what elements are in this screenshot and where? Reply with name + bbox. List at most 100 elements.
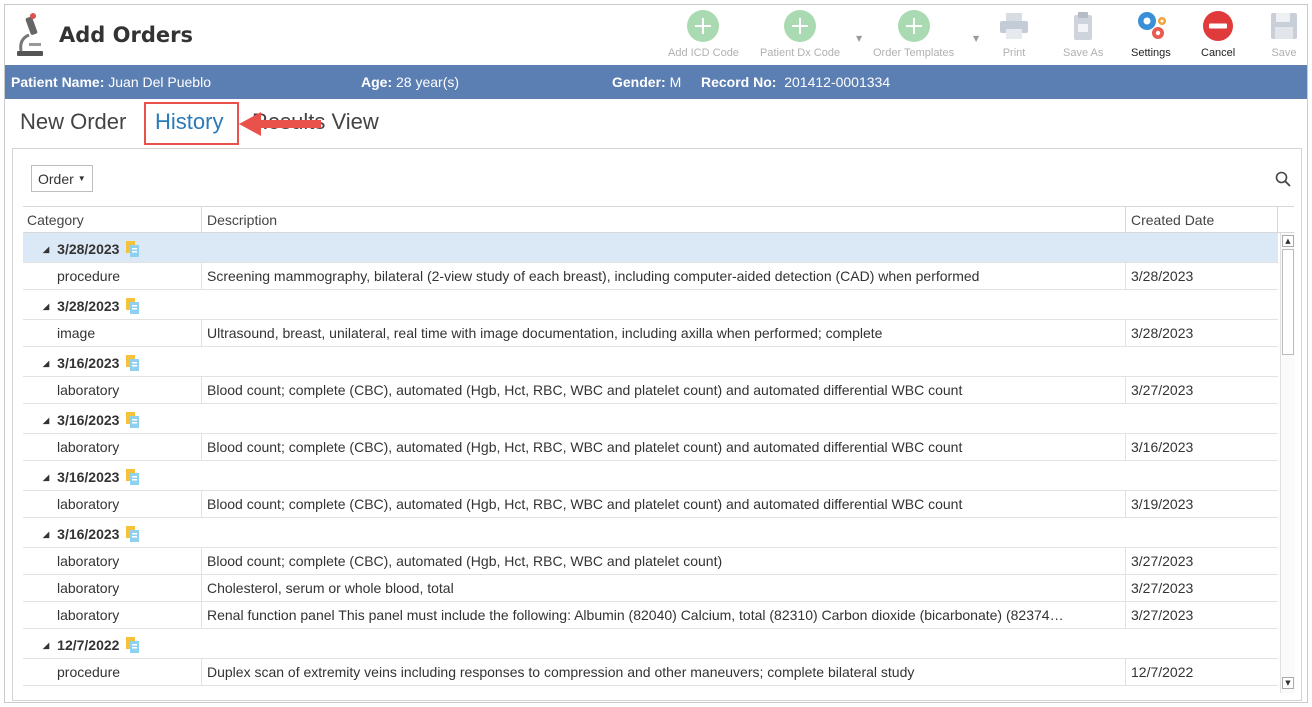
documents-icon[interactable] <box>125 636 141 654</box>
group-date: 3/16/2023 <box>57 526 120 542</box>
table-row[interactable]: procedure Screening mammography, bilatera… <box>23 263 1278 290</box>
cell-category: laboratory <box>57 496 120 512</box>
search-icon[interactable] <box>1275 171 1291 187</box>
table-row[interactable]: laboratory Blood count; complete (CBC), a… <box>23 434 1278 461</box>
collapse-triangle-icon[interactable]: ◢ <box>43 245 49 254</box>
group-date: 3/16/2023 <box>57 355 120 371</box>
plus-circle-icon <box>784 10 817 42</box>
group-date: 3/16/2023 <box>57 412 120 428</box>
collapse-triangle-icon[interactable]: ◢ <box>43 530 49 539</box>
cell-description: Cholesterol, serum or whole blood, total <box>207 580 454 596</box>
group-label: ◢ 3/28/2023 <box>43 240 141 258</box>
group-by-dropdown[interactable]: Order ▼ <box>31 165 93 192</box>
cell-description: Renal function panel This panel must inc… <box>207 607 1064 623</box>
callout-arrow-icon <box>239 112 321 136</box>
plus-circle-icon <box>687 10 720 42</box>
tab-new-order[interactable]: New Order <box>20 109 126 135</box>
collapse-triangle-icon[interactable]: ◢ <box>43 359 49 368</box>
grid-body: ◢ 3/28/2023 procedure Screening mammography… <box>23 233 1278 693</box>
table-row[interactable]: laboratory Blood count; complete (CBC), a… <box>23 548 1278 575</box>
table-row[interactable]: laboratory Cholesterol, serum or whole bl… <box>23 575 1278 602</box>
table-row[interactable]: laboratory Renal function panel This pane… <box>23 602 1278 629</box>
cell-category: laboratory <box>57 553 120 569</box>
group-label: ◢ 12/7/2022 <box>43 636 141 654</box>
add-icd-code-button[interactable]: Add ICD Code <box>668 9 739 59</box>
cell-created-date: 3/27/2023 <box>1131 382 1194 398</box>
microscope-icon <box>13 11 49 59</box>
cancel-button[interactable]: Cancel <box>1201 9 1235 59</box>
collapse-triangle-icon[interactable]: ◢ <box>43 302 49 311</box>
cell-created-date: 3/27/2023 <box>1131 607 1194 623</box>
cell-created-date: 3/27/2023 <box>1131 580 1194 596</box>
cell-category: laboratory <box>57 439 120 455</box>
group-row[interactable]: ◢ 3/16/2023 <box>23 461 1278 491</box>
documents-icon[interactable] <box>125 411 141 429</box>
patient-dx-dropdown-icon[interactable]: ▼ <box>856 34 862 43</box>
patient-age: Age: 28 year(s) <box>361 74 460 90</box>
table-row[interactable]: procedure Duplex scan of extremity veins … <box>23 659 1278 686</box>
group-label: ◢ 3/16/2023 <box>43 525 141 543</box>
group-label: ◢ 3/16/2023 <box>43 468 141 486</box>
group-row[interactable]: ◢ 3/16/2023 <box>23 404 1278 434</box>
collapse-triangle-icon[interactable]: ◢ <box>43 416 49 425</box>
group-row[interactable]: ◢ 3/16/2023 <box>23 347 1278 377</box>
scroll-down-icon[interactable]: ▼ <box>1282 677 1294 689</box>
scroll-thumb[interactable] <box>1282 249 1294 355</box>
table-row[interactable]: image Ultrasound, breast, unilateral, rea… <box>23 320 1278 347</box>
order-templates-dropdown-icon[interactable]: ▼ <box>973 34 979 43</box>
floppy-icon <box>1267 9 1301 43</box>
cell-description: Blood count; complete (CBC), automated (… <box>207 382 963 398</box>
cell-category: laboratory <box>57 607 120 623</box>
group-date: 12/7/2022 <box>57 637 120 653</box>
table-row[interactable]: laboratory Blood count; complete (CBC), a… <box>23 377 1278 404</box>
cell-created-date: 3/16/2023 <box>1131 439 1194 455</box>
collapse-triangle-icon[interactable]: ◢ <box>43 641 49 650</box>
group-date: 3/28/2023 <box>57 298 120 314</box>
save-button[interactable]: Save <box>1267 9 1301 59</box>
group-label: ◢ 3/16/2023 <box>43 354 141 372</box>
patient-gender: Gender: M <box>612 74 682 90</box>
documents-icon[interactable] <box>125 525 141 543</box>
documents-icon[interactable] <box>125 240 141 258</box>
group-row[interactable]: ◢ 3/28/2023 <box>23 233 1278 263</box>
toolbar: Add Orders Add ICD Code Patient Dx Code … <box>5 5 1307 65</box>
printer-icon <box>997 9 1031 43</box>
scroll-up-icon[interactable]: ▲ <box>1282 235 1294 247</box>
documents-icon[interactable] <box>125 297 141 315</box>
column-header-category[interactable]: Category <box>27 212 84 228</box>
column-header-description[interactable]: Description <box>207 212 277 228</box>
group-row[interactable]: ◢ 12/7/2022 <box>23 629 1278 659</box>
patient-info-bar: Patient Name: Juan Del Pueblo Age: 28 ye… <box>5 65 1307 99</box>
patient-dx-code-button[interactable]: Patient Dx Code <box>760 9 840 59</box>
collapse-triangle-icon[interactable]: ◢ <box>43 473 49 482</box>
group-row[interactable]: ◢ 3/16/2023 <box>23 518 1278 548</box>
cell-description: Blood count; complete (CBC), automated (… <box>207 553 723 569</box>
column-header-created-date[interactable]: Created Date <box>1131 212 1214 228</box>
group-label: ◢ 3/28/2023 <box>43 297 141 315</box>
vertical-scrollbar[interactable]: ▲ ▼ <box>1280 233 1295 693</box>
clipboard-icon <box>1066 9 1100 43</box>
order-templates-button[interactable]: Order Templates <box>873 9 954 59</box>
cell-description: Duplex scan of extremity veins including… <box>207 664 915 680</box>
group-date: 3/28/2023 <box>57 241 120 257</box>
table-row[interactable]: laboratory Blood count; complete (CBC), a… <box>23 491 1278 518</box>
group-date: 3/16/2023 <box>57 469 120 485</box>
plus-circle-icon <box>897 10 930 42</box>
cell-category: procedure <box>57 268 121 284</box>
cell-created-date: 3/19/2023 <box>1131 496 1194 512</box>
group-row[interactable]: ◢ 3/28/2023 <box>23 290 1278 320</box>
cell-category: procedure <box>57 664 121 680</box>
order-history-panel: Order ▼ Category Description Created Dat… <box>12 148 1302 701</box>
app-title: Add Orders <box>13 11 193 59</box>
page-title: Add Orders <box>59 23 193 47</box>
documents-icon[interactable] <box>125 354 141 372</box>
cell-description: Screening mammography, bilateral (2-view… <box>207 268 980 284</box>
documents-icon[interactable] <box>125 468 141 486</box>
cancel-icon <box>1201 9 1235 43</box>
settings-button[interactable]: Settings <box>1131 9 1171 59</box>
app-window: Add Orders Add ICD Code Patient Dx Code … <box>4 4 1308 703</box>
cell-description: Blood count; complete (CBC), automated (… <box>207 496 963 512</box>
save-as-button[interactable]: Save As <box>1063 9 1103 59</box>
print-button[interactable]: Print <box>997 9 1031 59</box>
tab-highlight-box <box>144 102 239 145</box>
